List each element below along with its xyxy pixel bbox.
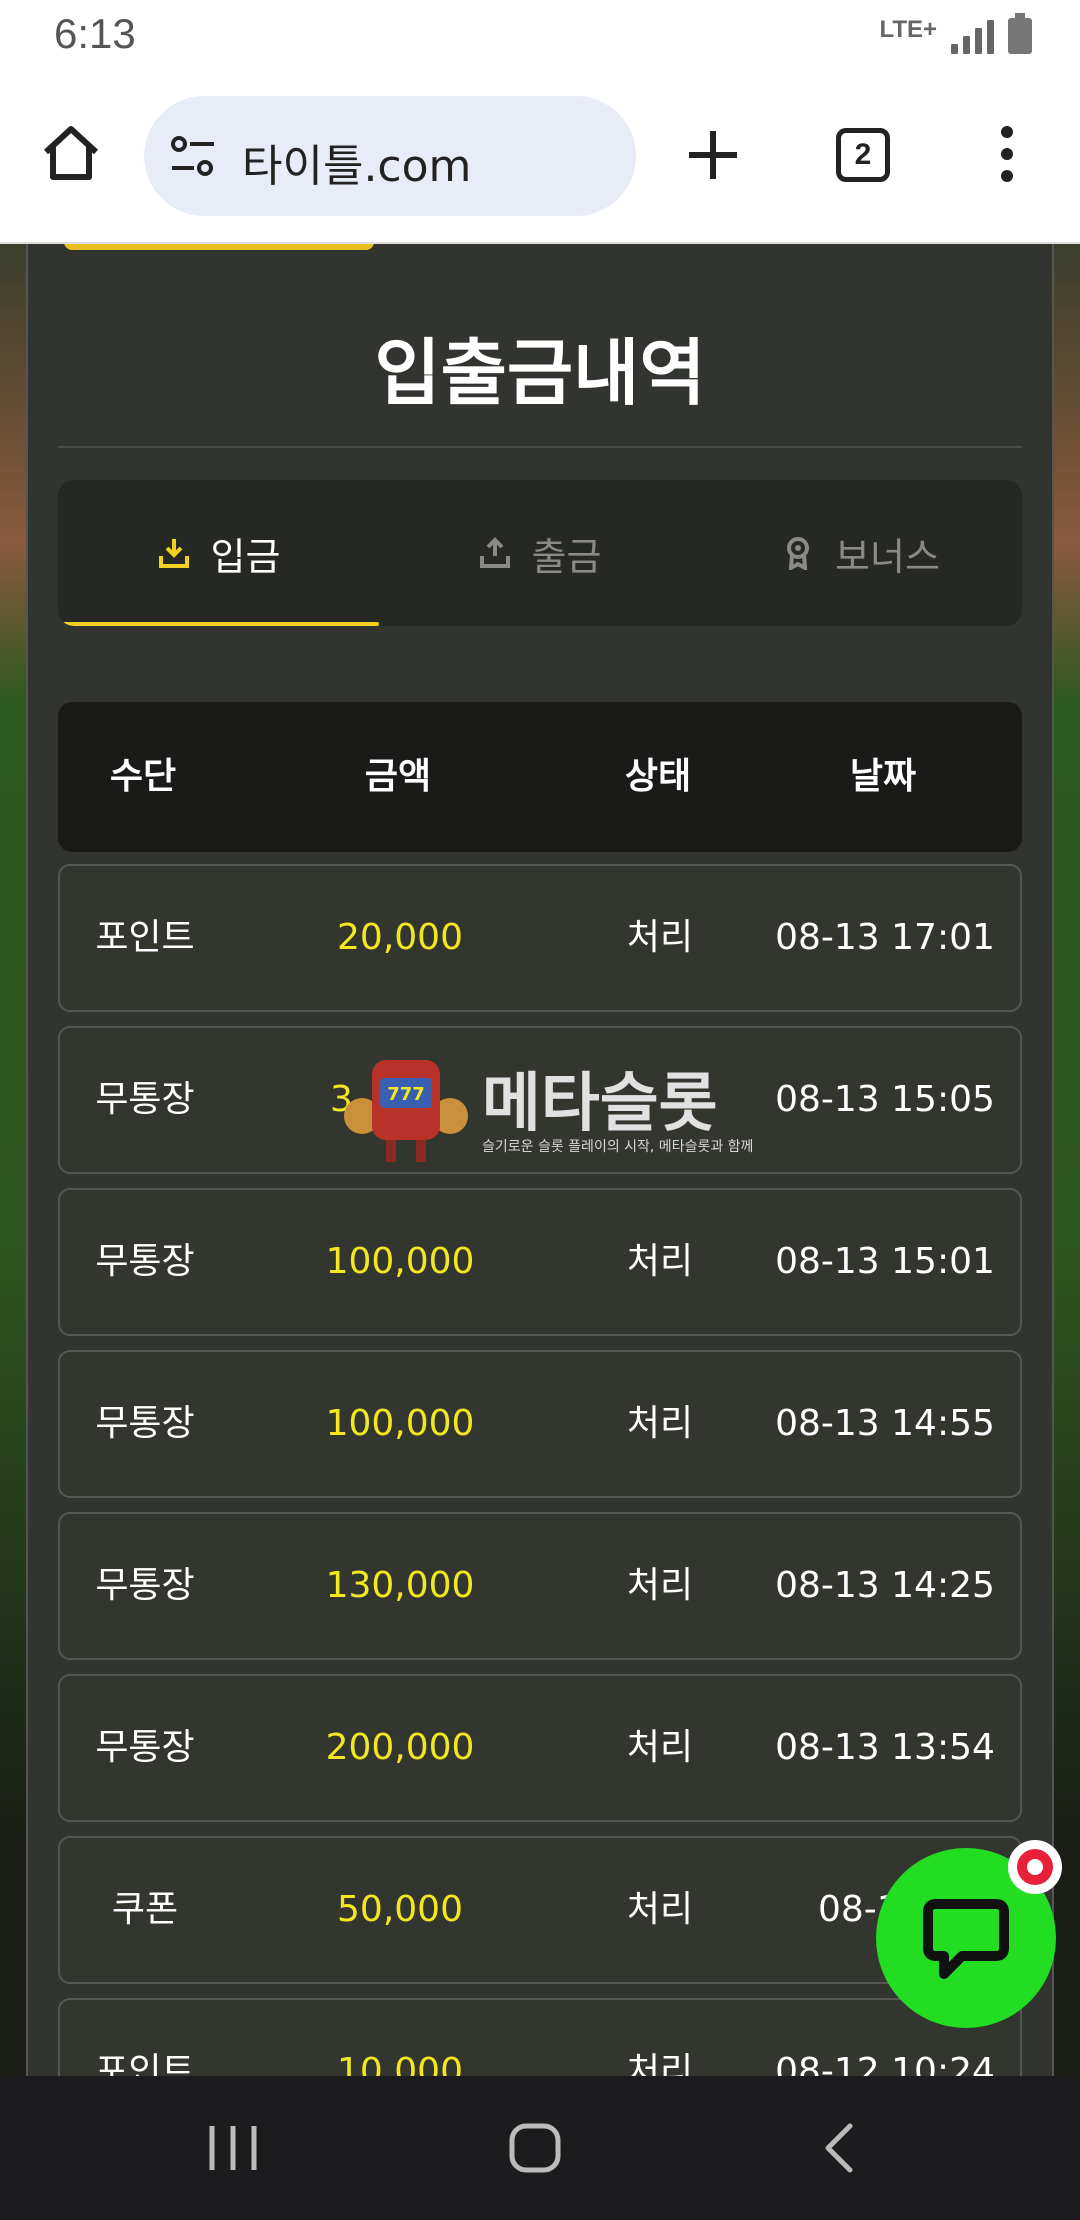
amount-cell: 20,000 (337, 917, 463, 958)
url-text[interactable]: 타이틀.com (242, 130, 471, 194)
upload-icon (479, 537, 510, 568)
active-tab-indicator (58, 622, 379, 626)
amount-cell: 100,000 (325, 1241, 475, 1282)
table-row[interactable]: 포인트 10,000 처리 08-12 10:24 (58, 1998, 1022, 2076)
watermark-logo: 777 메타슬롯 슬기로운 슬롯 플레이의 시작, 메타슬롯과 함께 (342, 1052, 753, 1172)
column-header: 날짜 (849, 756, 917, 797)
status-icons: LTE+ (879, 13, 1032, 54)
date-cell: 08-13 14:25 (775, 1565, 995, 1606)
status-cell: 처리 (626, 1565, 694, 1606)
chat-bubble-icon (923, 1899, 1009, 1979)
back-icon[interactable] (822, 2122, 856, 2174)
amount-cell: 130,000 (325, 1565, 475, 1606)
watermark-tagline: 슬기로운 슬롯 플레이의 시작, 메타슬롯과 함께 (482, 1139, 754, 1155)
watermark-title: 메타슬롯 (482, 1067, 718, 1141)
method-cell: 무통장 (95, 1079, 195, 1120)
table-row[interactable]: 무통장 100,000 처리 08-13 14:55 (58, 1350, 1022, 1498)
tab-bar: 입금 출금 보너스 (58, 480, 1022, 626)
battery-icon (1008, 13, 1032, 54)
status-cell: 처리 (626, 2051, 694, 2076)
table-row[interactable]: 무통장 200,000 처리 08-13 13:54 (58, 1674, 1022, 1822)
recent-apps-icon[interactable] (206, 2124, 260, 2172)
table-row[interactable]: 포인트 20,000 처리 08-13 17:01 (58, 864, 1022, 1012)
background-image-right (1052, 244, 1080, 2076)
status-cell: 처리 (626, 1403, 694, 1444)
column-header: 수단 (109, 756, 177, 797)
method-cell: 무통장 (95, 1403, 195, 1444)
home-nav-icon[interactable] (508, 2122, 562, 2174)
method-cell: 포인트 (95, 2051, 195, 2076)
home-icon[interactable] (40, 122, 102, 184)
network-type: LTE+ (879, 16, 937, 43)
divider (58, 446, 1022, 448)
slot-machine-icon: 777 (344, 1060, 468, 1162)
date-cell: 08-13 15:01 (775, 1241, 995, 1282)
column-header: 금액 (364, 756, 432, 797)
browser-toolbar: 타이틀.com 2 (0, 80, 1080, 244)
tab-bonus[interactable]: 보너스 (700, 480, 1021, 626)
status-cell: 처리 (626, 1727, 694, 1768)
status-time: 6:13 (54, 10, 136, 57)
tab-deposit[interactable]: 입금 (58, 480, 379, 626)
status-cell: 처리 (626, 1889, 694, 1930)
more-menu-icon[interactable] (994, 126, 1020, 186)
amount-cell: 10,000 (337, 2051, 463, 2076)
table-row[interactable]: 무통장 100,000 처리 08-13 15:01 (58, 1188, 1022, 1336)
background-image-left (0, 244, 28, 2076)
download-icon (158, 539, 189, 568)
date-cell: 08-13 13:54 (775, 1727, 995, 1768)
method-cell: 무통장 (95, 1241, 195, 1282)
notification-badge (1008, 1840, 1062, 1894)
amount-cell: 100,000 (325, 1403, 475, 1444)
date-cell: 08-13 17:01 (775, 917, 995, 958)
table-header: 수단 금액 상태 날짜 (58, 702, 1022, 852)
table-row[interactable]: 무통장 130,000 처리 08-13 14:25 (58, 1512, 1022, 1660)
site-settings-icon[interactable] (170, 134, 216, 180)
tab-label: 출금 (531, 534, 602, 579)
status-cell: 처리 (626, 1241, 694, 1282)
new-tab-icon[interactable] (686, 128, 740, 182)
date-cell: 08-13 14:55 (775, 1403, 995, 1444)
status-cell: 처리 (626, 917, 694, 958)
tab-withdraw[interactable]: 출금 (379, 480, 700, 626)
signal-icon (951, 16, 994, 54)
page-title: 입출금내역 (374, 331, 706, 415)
method-cell: 무통장 (95, 1565, 195, 1606)
svg-text:777: 777 (387, 1084, 425, 1105)
date-cell: 08-13 15:05 (775, 1079, 995, 1120)
method-cell: 쿠폰 (111, 1889, 179, 1930)
tab-label: 입금 (210, 534, 281, 579)
status-bar: 6:13 LTE+ (0, 0, 1080, 80)
award-icon (787, 537, 810, 570)
amount-cell: 50,000 (337, 1889, 463, 1930)
tab-switcher-button[interactable]: 2 (836, 128, 890, 182)
column-header: 상태 (624, 756, 692, 797)
method-cell: 무통장 (95, 1727, 195, 1768)
address-bar[interactable]: 타이틀.com (144, 96, 636, 216)
system-nav-bar (0, 2076, 1080, 2220)
tab-label: 보너스 (835, 534, 940, 579)
accent-bar (64, 244, 374, 250)
method-cell: 포인트 (95, 917, 195, 958)
amount-cell: 200,000 (325, 1727, 475, 1768)
table-row[interactable]: 쿠폰 50,000 처리 08-13 (58, 1836, 1022, 1984)
